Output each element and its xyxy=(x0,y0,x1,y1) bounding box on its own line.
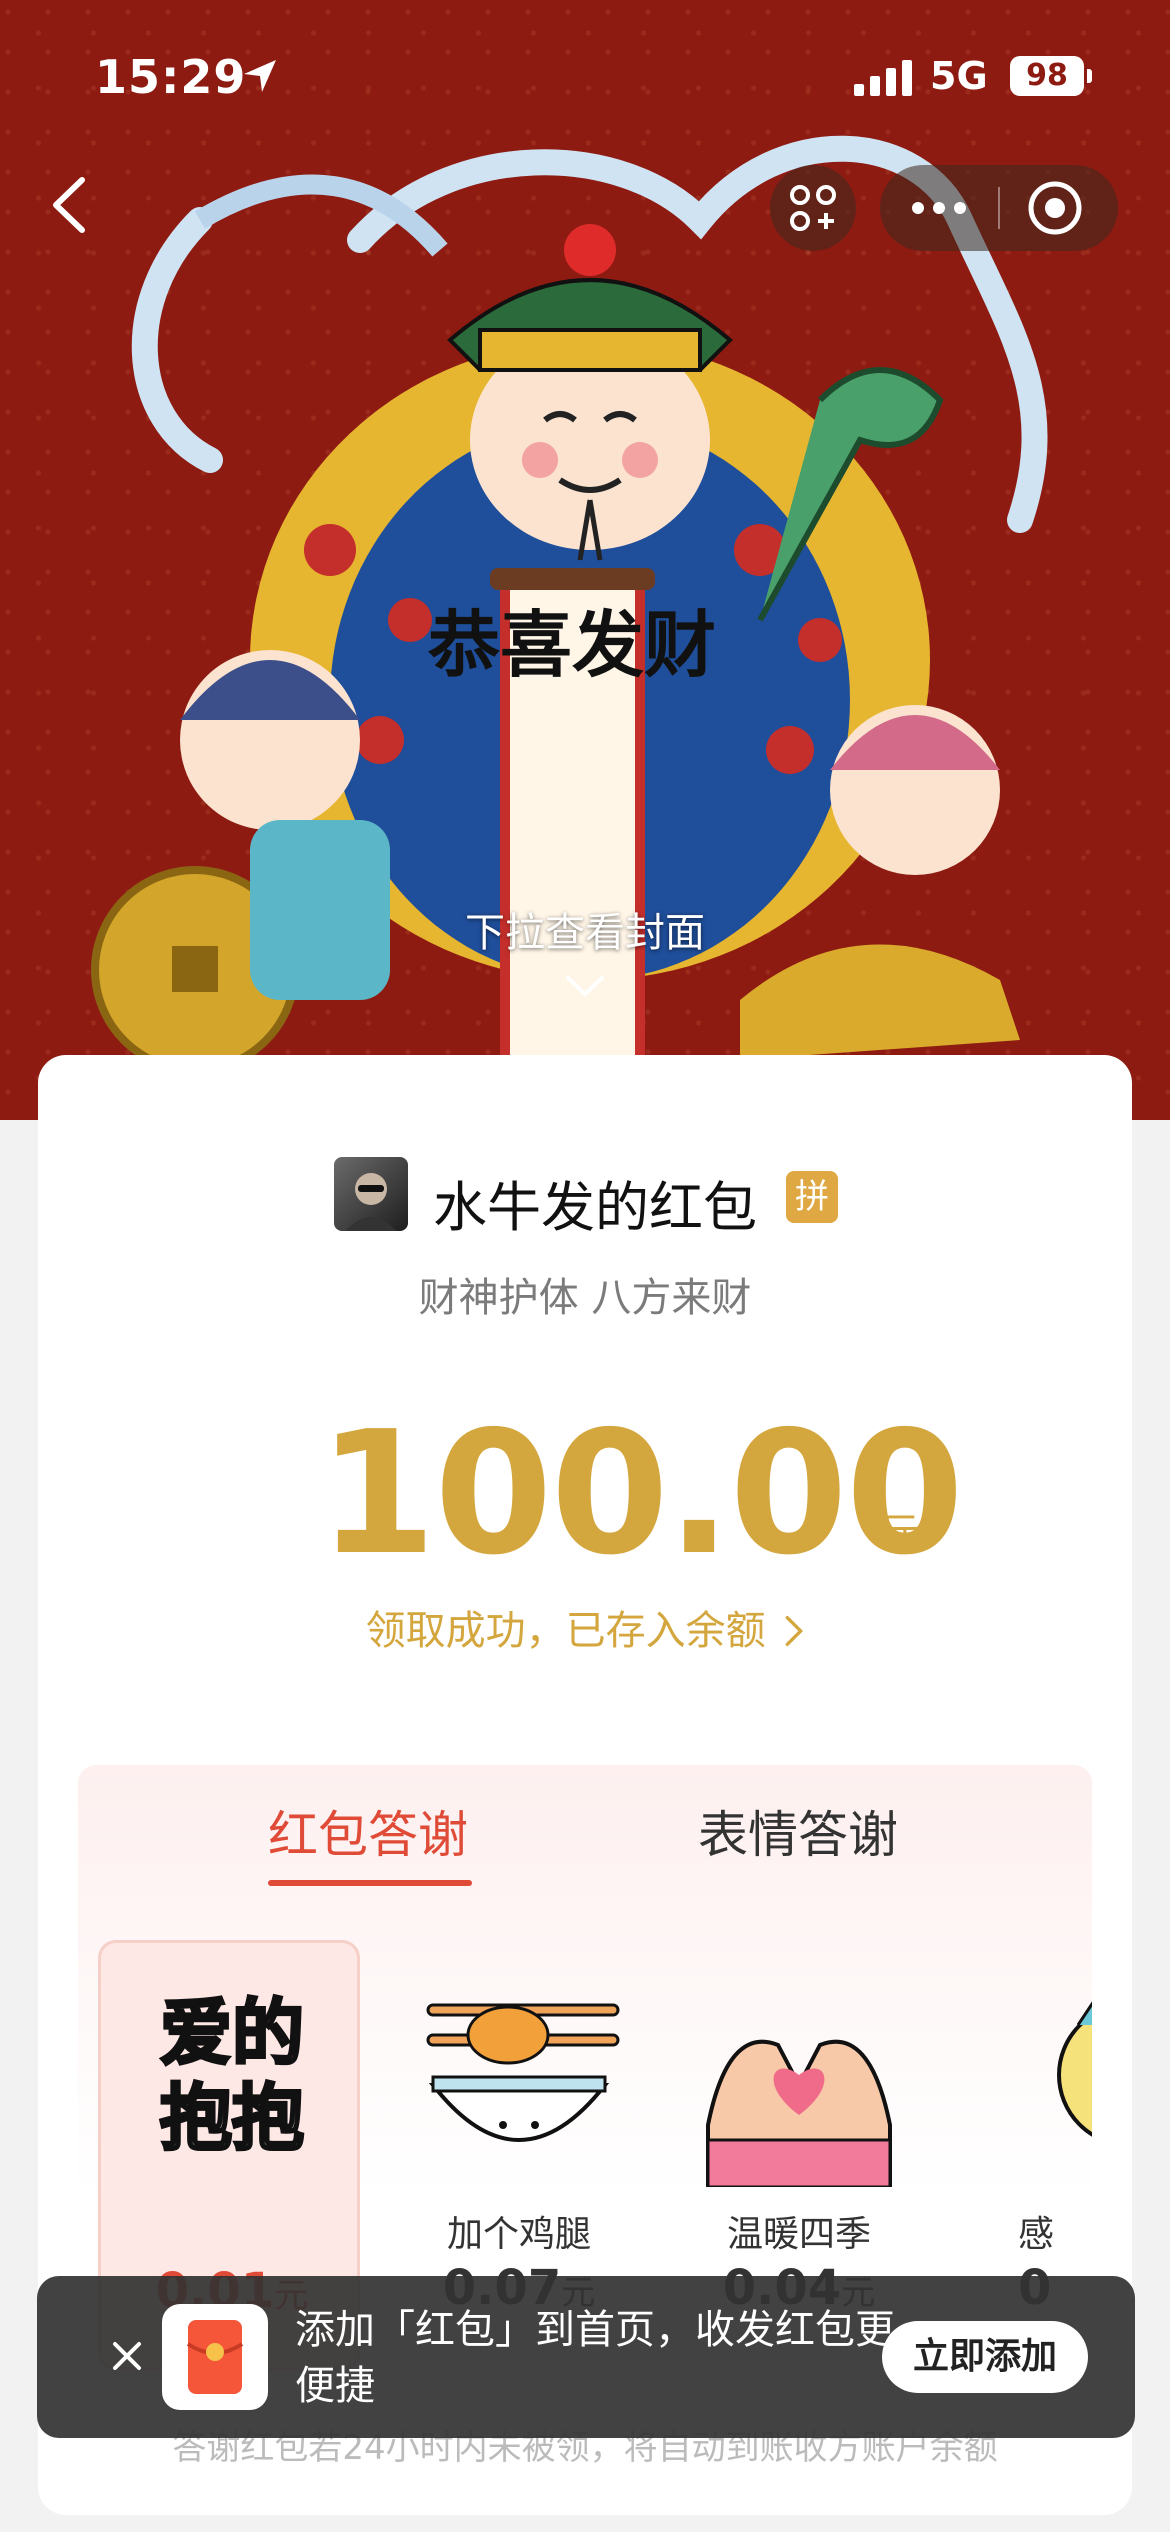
back-arrow-icon[interactable] xyxy=(40,170,100,240)
status-bar: 15:29 5G 98 xyxy=(0,0,1170,150)
add-now-button[interactable]: 立即添加 xyxy=(882,2321,1088,2393)
rice-bowl-drumstick-icon xyxy=(426,2003,620,2142)
amount-row: 100.00 元 xyxy=(38,1395,1132,1593)
red-packet-app-icon xyxy=(162,2304,268,2410)
gift-name: 温暖四季 xyxy=(726,2214,871,2255)
mini-program-scan-button[interactable] xyxy=(770,165,856,251)
group-packet-badge: 拼 xyxy=(786,1171,838,1223)
scan-icon xyxy=(790,185,836,231)
god-of-wealth-illustration: 恭喜发财 xyxy=(91,135,1048,1120)
amount-unit: 元 xyxy=(880,1510,920,1556)
avatar[interactable] xyxy=(334,1157,408,1231)
scroll-text: 恭喜发财 xyxy=(427,603,716,687)
chevron-down-icon xyxy=(566,976,604,997)
svg-text:爱的: 爱的 xyxy=(160,1991,304,2075)
close-mini-program-icon[interactable] xyxy=(1000,165,1118,251)
toast-message: 添加「红包」到首页，收发红包更便捷 xyxy=(295,2307,895,2409)
sender-name: 水牛发的红包 xyxy=(433,1176,757,1239)
received-to-balance-link[interactable]: 领取成功，已存入余额 xyxy=(38,1598,1132,1656)
location-arrow-icon xyxy=(244,60,276,92)
sender-row: 水牛发的红包 拼 xyxy=(38,1155,1132,1239)
status-time: 15:29 xyxy=(95,50,247,104)
network-type: 5G xyxy=(930,54,988,98)
battery-indicator: 98 xyxy=(1010,56,1092,96)
received-text: 领取成功，已存入余额 xyxy=(365,1608,766,1654)
add-to-home-toast: 添加「红包」到首页，收发红包更便捷 立即添加 xyxy=(37,2276,1135,2438)
more-icon[interactable] xyxy=(880,165,998,251)
packet-amount: 100.00 xyxy=(318,1395,964,1593)
partial-gift-icon xyxy=(1057,2001,1092,2137)
gift-name: 感 xyxy=(1018,2214,1055,2255)
close-icon[interactable] xyxy=(107,2336,147,2376)
chevron-right-icon xyxy=(786,1615,804,1646)
mini-program-capsule xyxy=(880,165,1118,251)
active-tab-indicator xyxy=(268,1880,472,1886)
svg-text:抱抱: 抱抱 xyxy=(160,2076,304,2160)
avatar-image xyxy=(346,1173,396,1231)
tab-sticker-thanks[interactable]: 表情答谢 xyxy=(698,1795,898,1867)
packet-greeting: 财神护体 八方来财 xyxy=(418,1275,752,1321)
tab-redpacket-thanks[interactable]: 红包答谢 xyxy=(268,1795,468,1867)
gift-name: 加个鸡腿 xyxy=(446,2214,591,2255)
heart-hands-icon xyxy=(706,2039,892,2187)
pull-to-view-cover-hint: 下拉查看封面 xyxy=(465,910,705,956)
red-packet-cover[interactable]: 恭喜发财 15:29 5G 98 下拉查看封面 xyxy=(0,0,1170,1120)
cellular-signal-icon xyxy=(854,60,912,96)
hug-sticker-art: 爱的 抱抱 xyxy=(158,1990,305,2162)
